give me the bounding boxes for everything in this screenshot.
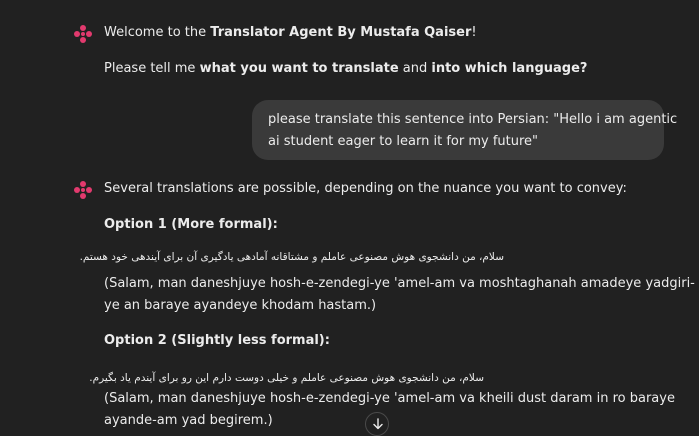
- welcome-line-2: Please tell me what you want to translat…: [104, 61, 588, 76]
- assistant-logo-icon: [74, 181, 92, 199]
- arrow-down-icon: [373, 418, 383, 430]
- reply-intro: Several translations are possible, depen…: [104, 181, 627, 196]
- welcome-line-1: Welcome to the Translator Agent By Musta…: [104, 25, 477, 40]
- scroll-to-bottom-button[interactable]: [365, 412, 389, 436]
- option-2-title: Option 2 (Slightly less formal):: [104, 333, 330, 348]
- user-message-line-1: please translate this sentence into Pers…: [268, 112, 678, 127]
- option-1-transliteration-line-1: (Salam, man daneshjuye hosh-e-zendegi-ye…: [104, 276, 695, 291]
- option-2-transliteration-line-1: (Salam, man daneshjuye hosh-e-zendegi-ye…: [104, 391, 675, 406]
- chat-view: Welcome to the Translator Agent By Musta…: [0, 0, 699, 436]
- option-1-persian: سلام، من دانشجوی هوش مصنوعی عاملم و مشتا…: [79, 251, 504, 263]
- option-1-title: Option 1 (More formal):: [104, 217, 278, 232]
- option-2-persian: سلام، من دانشجوی هوش مصنوعی عاملم و خیلی…: [89, 372, 484, 384]
- option-2-transliteration-line-2: ayande-am yad begirem.): [104, 413, 273, 428]
- agent-name: Translator Agent By Mustafa Qaiser: [210, 25, 472, 40]
- assistant-logo-icon: [74, 25, 92, 43]
- user-message-bubble: please translate this sentence into Pers…: [252, 100, 678, 160]
- option-1-transliteration-line-2: ye an baraye ayandeye khodam hastam.): [104, 298, 377, 313]
- user-message-line-2: ai student eager to learn it for my futu…: [268, 134, 539, 149]
